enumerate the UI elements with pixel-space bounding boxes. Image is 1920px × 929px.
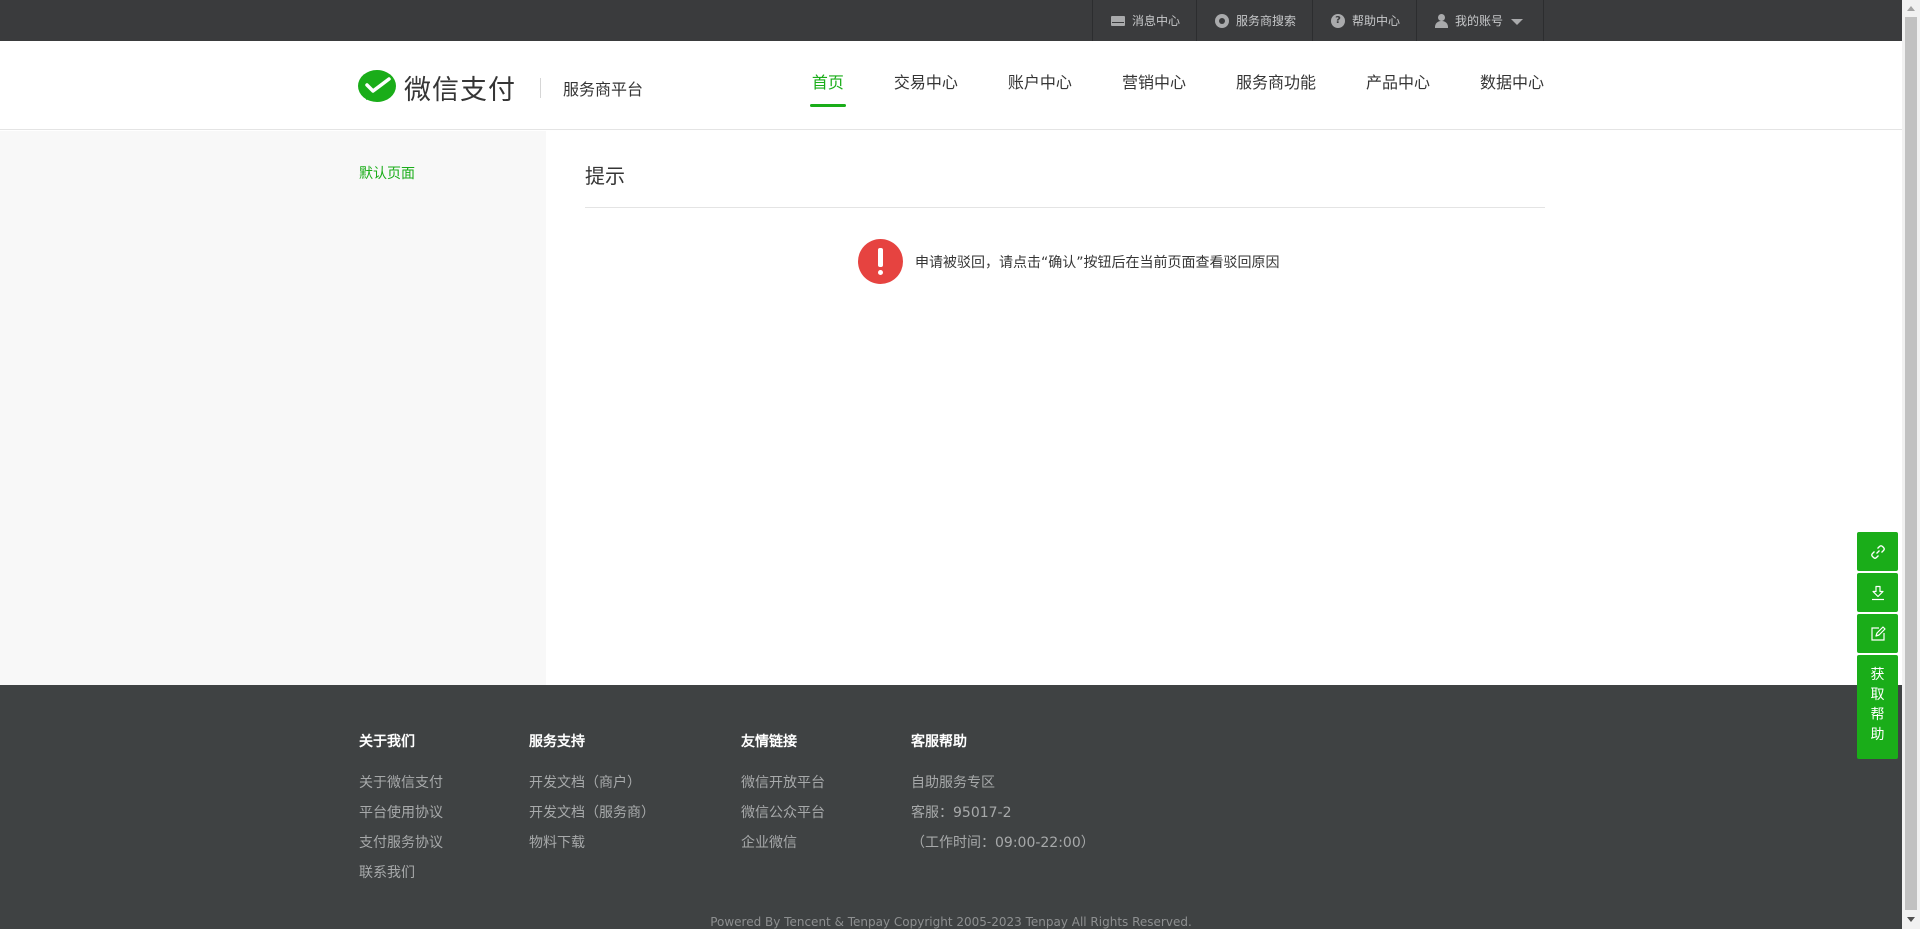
top-item-provider-search[interactable]: 服务商搜索 [1195,0,1312,41]
logo-text: 微信支付 [404,75,516,106]
main-content: 提示 申请被驳回，请点击“确认”按钮后在当前页面查看驳回原因 [546,131,1902,685]
top-item-messages[interactable]: 消息中心 [1091,0,1196,41]
user-icon [1434,13,1448,28]
top-item-label: 消息中心 [1131,14,1180,28]
footer-link[interactable]: 企业微信 [741,828,825,858]
download-icon [1871,585,1884,600]
warning-icon [858,239,903,284]
get-help-char: 帮 [1870,707,1885,723]
nav-home[interactable]: 首页 [809,41,846,130]
get-help-char: 获 [1870,667,1885,683]
top-item-label: 我的账号 [1454,14,1503,28]
link-icon [1870,544,1885,559]
footer-link[interactable]: 微信公众平台 [741,798,825,828]
top-item-label: 帮助中心 [1351,14,1400,28]
service-hotline: 客服：95017-2 [911,805,1012,821]
footer-column-title: 服务支持 [529,734,585,750]
footer-link[interactable]: 开发文档（服务商） [529,798,655,828]
help-icon: ? [1330,13,1345,28]
floating-feedback-button[interactable] [1857,614,1898,653]
footer-column-title: 客服帮助 [911,734,967,750]
footer-column-support: 服务支持 开发文档（商户） 开发文档（服务商） 物料下载 [529,731,655,858]
main-nav: 首页 交易中心 账户中心 营销中心 服务商功能 产品中心 数据中心 [762,41,1544,130]
top-item-account[interactable]: 我的账号 [1415,0,1544,41]
top-bar: 消息中心 服务商搜索 ? 帮助中心 我的账号 [0,0,1902,41]
footer-link-self-service[interactable]: 自助服务专区 [911,768,1095,798]
floating-toolbar: 获 取 帮 助 [1857,532,1898,759]
nav-transactions[interactable]: 交易中心 [894,41,958,130]
top-item-help[interactable]: ? 帮助中心 [1311,0,1416,41]
footer-column-service: 客服帮助 自助服务专区 客服：95017-2 （工作时间：09:00-22:00… [911,731,1095,858]
get-help-char: 助 [1870,727,1885,743]
service-hours: （工作时间：09:00-22:00） [911,835,1095,851]
scrollbar-thumb[interactable] [1905,17,1917,910]
wechat-pay-logo-icon [358,69,398,106]
footer-link[interactable]: 物料下载 [529,828,655,858]
footer-column-title: 关于我们 [359,734,415,750]
footer-link[interactable]: 微信开放平台 [741,768,825,798]
footer-link[interactable]: 关于微信支付 [359,768,443,798]
tip-message: 申请被驳回，请点击“确认”按钮后在当前页面查看驳回原因 [858,239,1280,284]
floating-link-button[interactable] [1857,532,1898,571]
chevron-down-icon [1511,18,1523,25]
footer: 关于我们 关于微信支付 平台使用协议 支付服务协议 联系我们 服务支持 开发文档… [0,685,1902,929]
header: 微信支付 服务商平台 首页 交易中心 账户中心 营销中心 服务商功能 产品中心 … [0,41,1902,130]
page-title: 提示 [585,164,625,188]
tip-text: 申请被驳回，请点击“确认”按钮后在当前页面查看驳回原因 [915,254,1280,271]
footer-link[interactable]: 开发文档（商户） [529,768,655,798]
platform-name: 服务商平台 [563,79,644,99]
top-bar-menu: 消息中心 服务商搜索 ? 帮助中心 我的账号 [1091,0,1544,41]
get-help-button[interactable]: 获 取 帮 助 [1857,655,1898,759]
search-icon [1214,13,1229,28]
footer-column-links: 友情链接 微信开放平台 微信公众平台 企业微信 [741,731,825,858]
edit-icon [1870,625,1886,641]
nav-marketing[interactable]: 营销中心 [1122,41,1186,130]
mail-icon [1110,15,1125,26]
footer-column-title: 友情链接 [741,734,797,750]
nav-products[interactable]: 产品中心 [1366,41,1430,130]
footer-column-about: 关于我们 关于微信支付 平台使用协议 支付服务协议 联系我们 [359,731,443,888]
nav-data[interactable]: 数据中心 [1480,41,1544,130]
nav-account[interactable]: 账户中心 [1008,41,1072,130]
top-item-label: 服务商搜索 [1235,14,1296,28]
title-divider [585,207,1545,208]
scrollbar[interactable] [1902,0,1920,929]
sidebar: 默认页面 [0,131,546,685]
logo-divider [540,77,541,98]
logo[interactable]: 微信支付 服务商平台 [358,68,643,107]
footer-link[interactable]: 联系我们 [359,858,443,888]
get-help-char: 取 [1870,687,1885,703]
footer-link[interactable]: 支付服务协议 [359,828,443,858]
sidebar-item-default-page[interactable]: 默认页面 [359,163,415,183]
floating-download-button[interactable] [1857,573,1898,612]
nav-provider-functions[interactable]: 服务商功能 [1236,41,1316,130]
scroll-up-arrow-icon[interactable] [1907,6,1915,11]
scroll-down-arrow-icon[interactable] [1907,917,1915,922]
copyright: Powered By Tencent & Tenpay Copyright 20… [710,915,1192,929]
footer-link[interactable]: 平台使用协议 [359,798,443,828]
